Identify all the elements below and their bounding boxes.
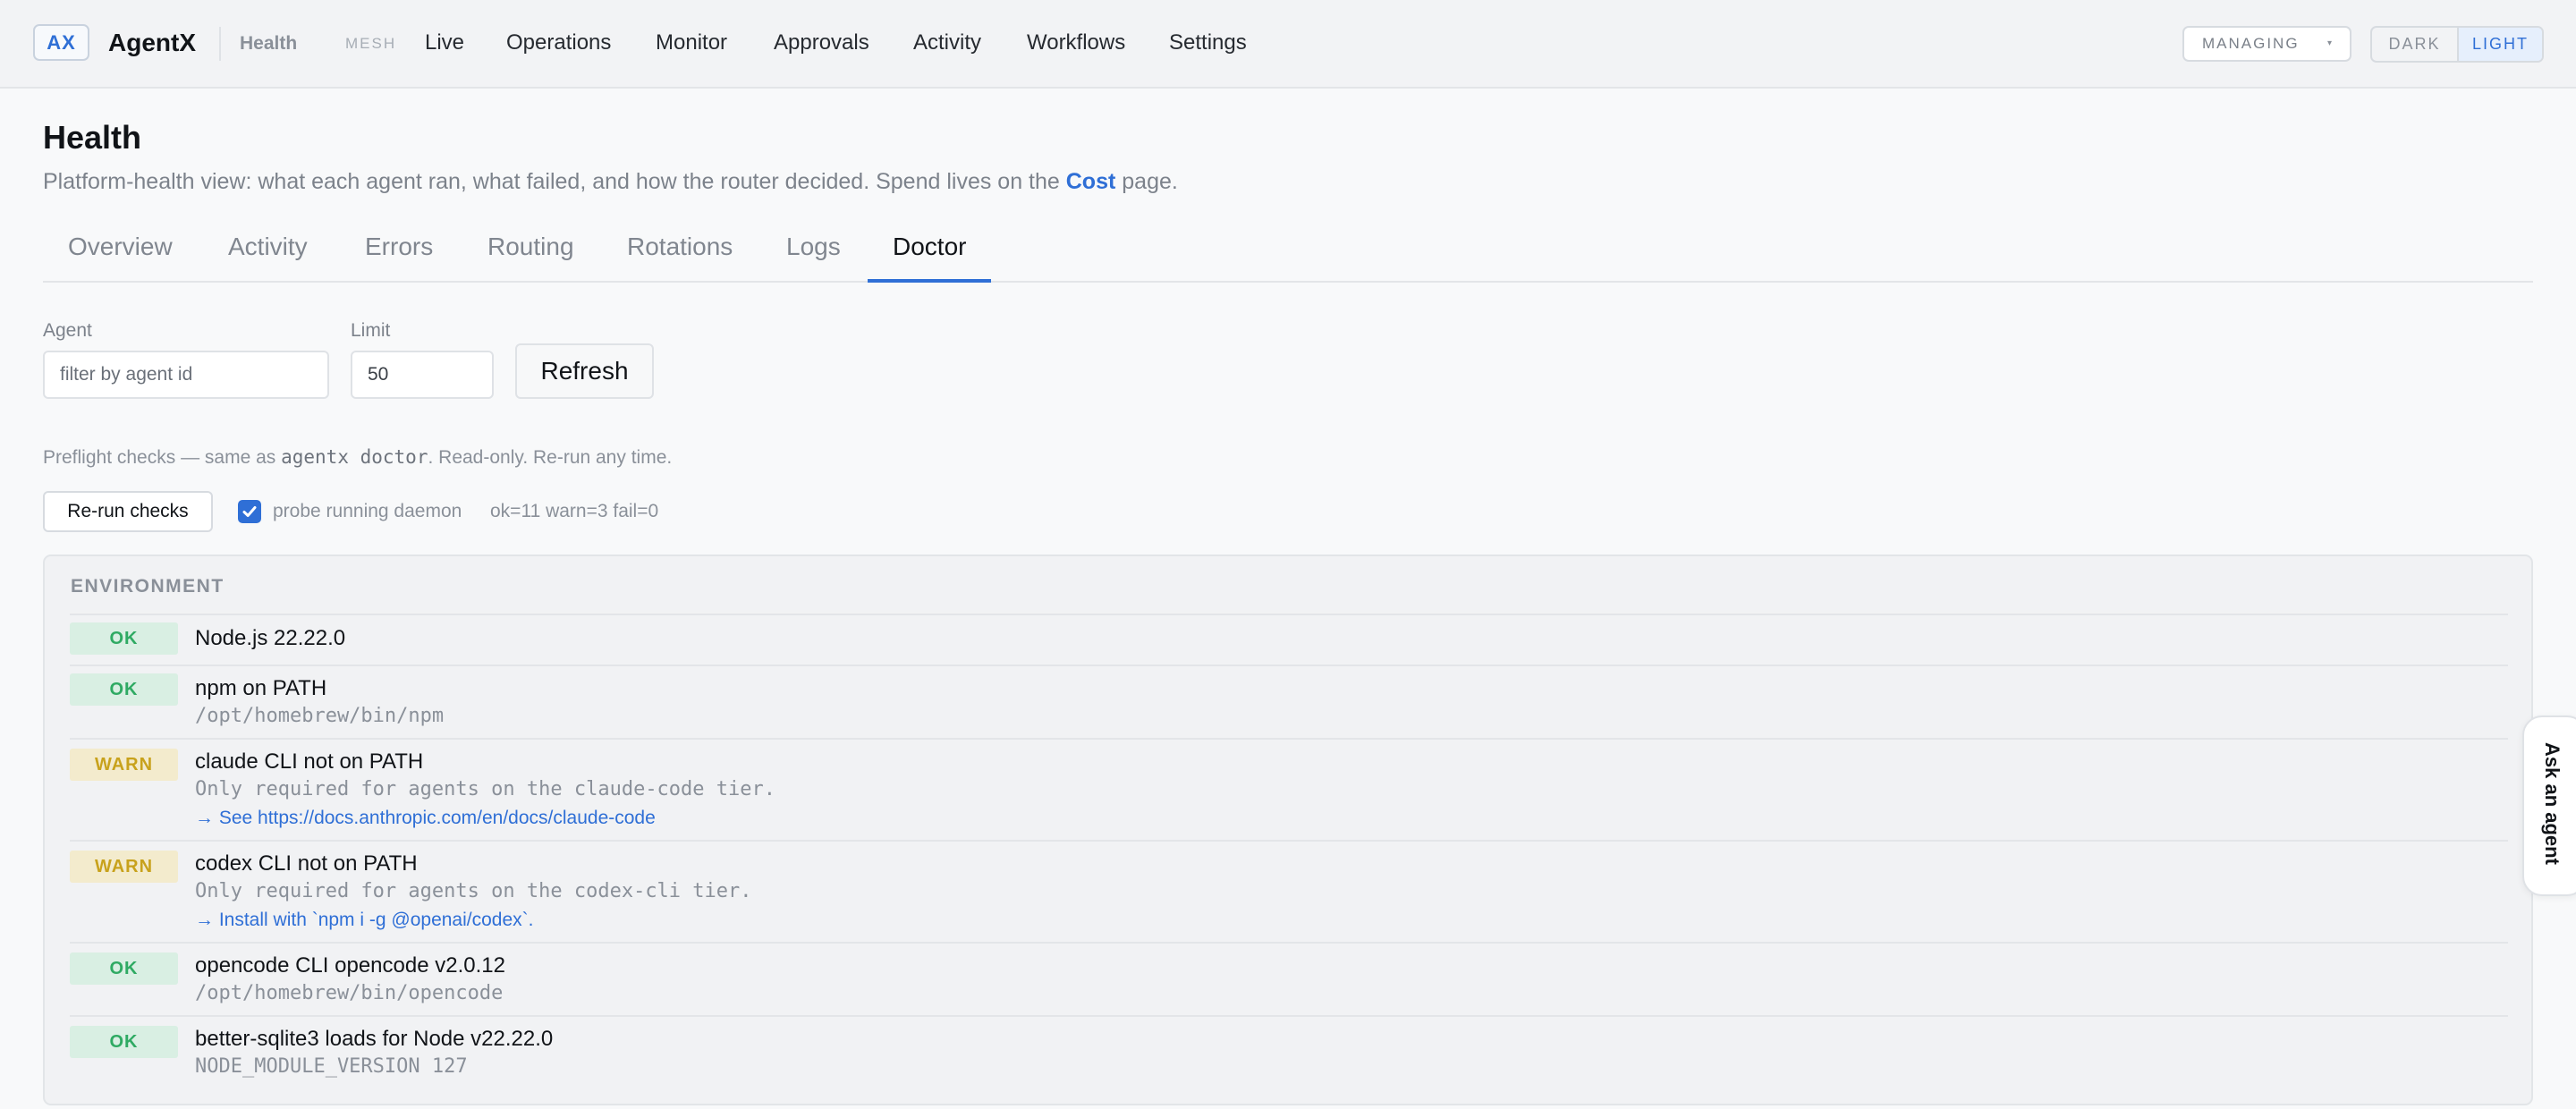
check-row: WARN claude CLI not on PATH Only require… [70,738,2508,840]
brand-divider [219,27,221,61]
refresh-button[interactable]: Refresh [515,343,654,399]
check-title: npm on PATH [195,676,327,700]
ask-agent-button[interactable]: Ask an agent [2522,715,2576,896]
preflight-text: Preflight checks — same as [43,447,282,468]
nav-item-workflows[interactable]: Workflows [1027,27,1125,59]
status-badge: WARN [70,851,178,883]
tab-logs[interactable]: Logs [761,229,866,283]
doctor-command: agentx doctor [281,446,428,468]
check-title: Node.js 22.22.0 [195,626,346,650]
limit-input[interactable]: 50 [351,351,494,399]
check-row: OK opencode CLI opencode v2.0.12 /opt/ho… [70,942,2508,1015]
nav-item-operations[interactable]: Operations [506,27,611,59]
agent-filter-input[interactable]: filter by agent id [43,351,329,399]
managing-label: MANAGING [2202,35,2300,52]
ask-agent-label: Ask an agent [2541,742,2563,865]
preflight-text-end: . Read-only. Re-run any time. [428,447,673,468]
tab-overview[interactable]: Overview [43,229,198,283]
tab-activity[interactable]: Activity [203,229,333,283]
check-row: OK Node.js 22.22.0 [70,614,2508,665]
chevron-down-icon: ▾ [2326,38,2332,48]
check-hint-link[interactable]: → See https://docs.anthropic.com/en/docs… [195,806,656,831]
cost-link[interactable]: Cost [1066,169,1116,194]
theme-dark-button[interactable]: DARK [2372,28,2457,61]
environment-panel: ENVIRONMENT OK Node.js 22.22.0 OK npm on… [43,554,2533,1105]
check-row: WARN codex CLI not on PATH Only required… [70,840,2508,942]
check-row: OK npm on PATH /opt/homebrew/bin/npm [70,665,2508,738]
status-badge: OK [70,673,178,706]
check-detail: /opt/homebrew/bin/npm [195,705,445,727]
probe-daemon-label: probe running daemon [273,501,462,521]
status-badge: OK [70,952,178,985]
status-badge: OK [70,622,178,655]
check-detail: Only required for agents on the codex-cl… [195,880,752,902]
rerun-checks-button[interactable]: Re-run checks [43,491,213,532]
theme-toggle: DARK LIGHT [2370,26,2544,63]
probe-daemon-checkbox[interactable] [238,500,261,523]
checkmark-icon [242,506,257,517]
breadcrumb: Health [240,33,298,54]
nav-item-activity[interactable]: Activity [913,27,981,59]
tab-errors[interactable]: Errors [340,229,458,283]
environment-title: ENVIRONMENT [71,576,225,597]
status-badge: WARN [70,749,178,781]
check-title: claude CLI not on PATH [195,749,424,774]
mesh-label: MESH [345,35,397,52]
nav-item-settings[interactable]: Settings [1169,27,1247,59]
check-title: opencode CLI opencode v2.0.12 [195,953,505,978]
nav-item-approvals[interactable]: Approvals [774,27,869,59]
status-badge: OK [70,1026,178,1058]
agent-filter-label: Agent [43,320,92,341]
page-subtitle: Platform-health view: what each agent ra… [43,166,1178,197]
tab-doctor[interactable]: Doctor [868,229,992,283]
limit-label: Limit [351,320,391,341]
nav-item-monitor[interactable]: Monitor [656,27,727,59]
subtitle-text-end: page. [1115,169,1178,194]
check-detail: /opt/homebrew/bin/opencode [195,982,504,1004]
health-tabs: Overview Activity Errors Routing Rotatio… [43,229,2533,283]
app-logo[interactable]: AX [33,24,89,61]
managing-select[interactable]: MANAGING ▾ [2182,26,2351,62]
tab-routing[interactable]: Routing [462,229,599,283]
top-bar: AX AgentX Health MESH Live Operations Mo… [0,0,2576,89]
check-title: codex CLI not on PATH [195,851,418,876]
preflight-description: Preflight checks — same as agentx doctor… [43,444,672,470]
subtitle-text: Platform-health view: what each agent ra… [43,169,1066,194]
check-title: better-sqlite3 loads for Node v22.22.0 [195,1027,554,1051]
nav-item-live[interactable]: Live [425,27,464,59]
check-summary: ok=11 warn=3 fail=0 [490,501,659,521]
page-title: Health [43,119,142,156]
check-detail: Only required for agents on the claude-c… [195,778,776,800]
tab-rotations[interactable]: Rotations [602,229,758,283]
check-detail: NODE_MODULE_VERSION 127 [195,1055,468,1078]
check-row: OK better-sqlite3 loads for Node v22.22.… [70,1015,2508,1096]
check-hint-link[interactable]: → Install with `npm i -g @openai/codex`. [195,908,533,933]
app-name[interactable]: AgentX [108,27,196,59]
theme-light-button[interactable]: LIGHT [2457,28,2542,61]
